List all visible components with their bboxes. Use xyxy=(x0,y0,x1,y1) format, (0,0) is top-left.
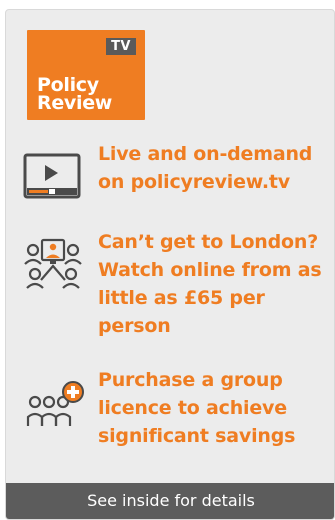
group-add-icon xyxy=(23,378,85,438)
policy-review-tv-logo: TV Policy Review xyxy=(27,30,145,120)
feature-text-group: Purchase a group licence to achieve sign… xyxy=(98,369,296,447)
logo-wordmark: Policy Review xyxy=(37,76,113,114)
tv-badge: TV xyxy=(106,38,136,55)
promo-card: TV Policy Review Live and on-demand on p… xyxy=(5,9,335,520)
logo-line-review: Review xyxy=(37,92,113,114)
online-audience-icon xyxy=(23,236,83,296)
feature-text-online: Can’t get to London? Watch online from a… xyxy=(98,231,322,337)
see-inside-footer: See inside for details xyxy=(6,483,334,519)
video-player-icon xyxy=(23,153,81,203)
feature-text-live: Live and on-demand on policyreview.tv xyxy=(98,143,313,193)
